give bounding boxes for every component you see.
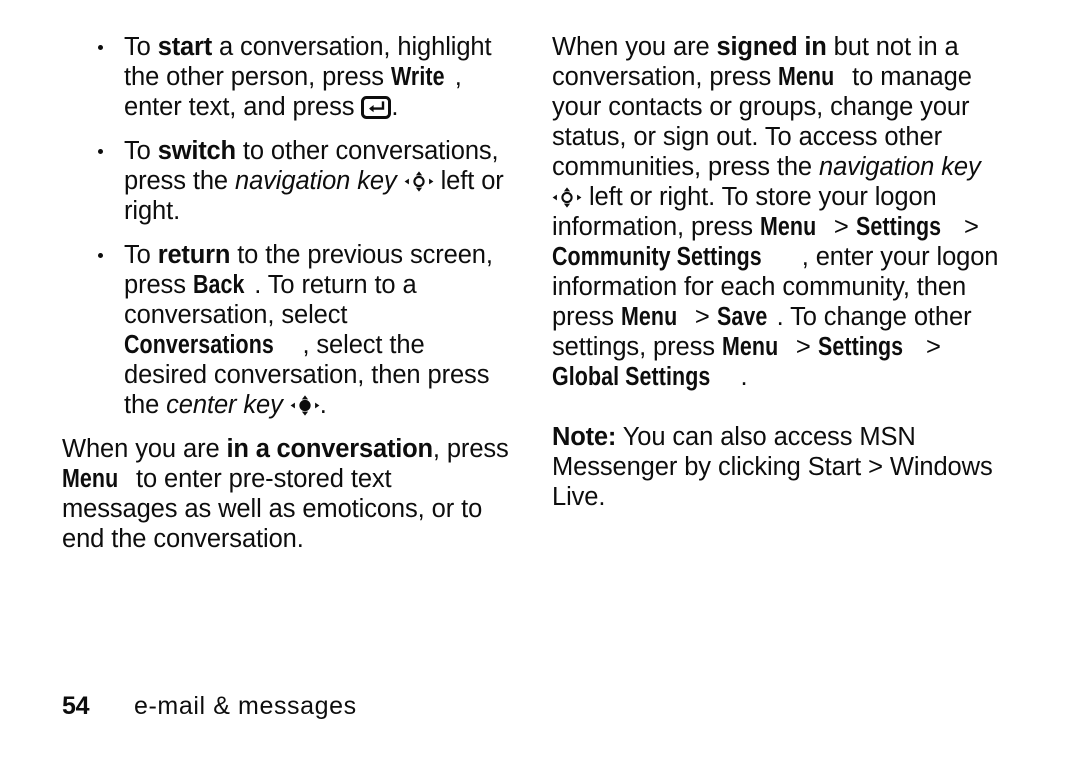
ui-label-save: Save xyxy=(716,303,767,331)
emphasis-text: switch xyxy=(157,137,236,165)
right-column: When you are signed in but not in a conv… xyxy=(552,32,1014,512)
signed-in-paragraph: When you are signed in but not in a conv… xyxy=(552,32,1014,392)
emphasis-text: in a conversation xyxy=(226,435,434,463)
page-number: 54 xyxy=(62,692,90,720)
ui-label-write: Write xyxy=(390,63,445,91)
ui-label-conversations: Conversations xyxy=(124,331,274,359)
manual-page: To start a conversation, highlight the o… xyxy=(0,0,1080,764)
italic-term: navigation key xyxy=(234,167,397,195)
body-text: To xyxy=(124,137,158,165)
ui-label-settings: Settings xyxy=(855,213,941,241)
body-text: > xyxy=(957,213,979,241)
ui-label-menu: Menu xyxy=(721,333,779,361)
center-key-icon xyxy=(290,395,320,416)
body-text: To xyxy=(124,33,158,61)
body-text: . xyxy=(319,391,327,419)
list-item: To start a conversation, highlight the o… xyxy=(62,32,512,122)
ui-label-community-settings: Community Settings xyxy=(552,243,762,271)
enter-key-icon xyxy=(361,96,392,119)
list-item: To return to the previous screen, press … xyxy=(62,240,512,420)
navigation-key-icon xyxy=(404,171,434,192)
body-text: When you are xyxy=(552,33,717,61)
body-text xyxy=(397,167,404,195)
body-text: > xyxy=(919,333,941,361)
emphasis-text: start xyxy=(157,33,212,61)
instruction-bullet-list: To start a conversation, highlight the o… xyxy=(62,32,512,420)
body-text: > xyxy=(788,333,818,361)
body-text: . xyxy=(391,93,399,121)
emphasis-text: return xyxy=(157,241,231,269)
emphasis-text: Note: xyxy=(552,423,617,451)
ui-label-menu: Menu xyxy=(62,465,119,493)
ui-label-settings: Settings xyxy=(817,333,903,361)
italic-term: center key xyxy=(166,391,283,419)
navigation-key-icon xyxy=(552,187,582,208)
list-item: To switch to other conversations, press … xyxy=(62,136,512,226)
body-text: . xyxy=(740,363,748,391)
left-column: To start a conversation, highlight the o… xyxy=(62,32,512,554)
page-footer: 54 e-mail & messages xyxy=(62,692,357,721)
note-paragraph: Note: You can also access MSN Messenger … xyxy=(552,422,1014,512)
section-title: e-mail & messages xyxy=(134,692,357,720)
ui-label-menu: Menu xyxy=(778,63,835,91)
ui-label-menu: Menu xyxy=(759,213,817,241)
body-text: to enter pre-stored text messages as wel… xyxy=(62,465,483,553)
ui-label-back: Back xyxy=(192,271,245,299)
ui-label-menu: Menu xyxy=(620,303,678,331)
body-text: When you are xyxy=(62,435,227,463)
body-text: To xyxy=(124,241,158,269)
body-text: You can also access MSN Messenger by cli… xyxy=(552,423,993,511)
in-conversation-paragraph: When you are in a conversation, press Me… xyxy=(62,434,512,554)
emphasis-text: signed in xyxy=(716,33,827,61)
body-text xyxy=(283,391,290,419)
body-text: , press xyxy=(432,435,509,463)
body-text: > xyxy=(826,213,856,241)
italic-term: navigation key xyxy=(818,153,981,181)
body-text: > xyxy=(687,303,717,331)
ui-label-global-settings: Global Settings xyxy=(552,363,711,391)
